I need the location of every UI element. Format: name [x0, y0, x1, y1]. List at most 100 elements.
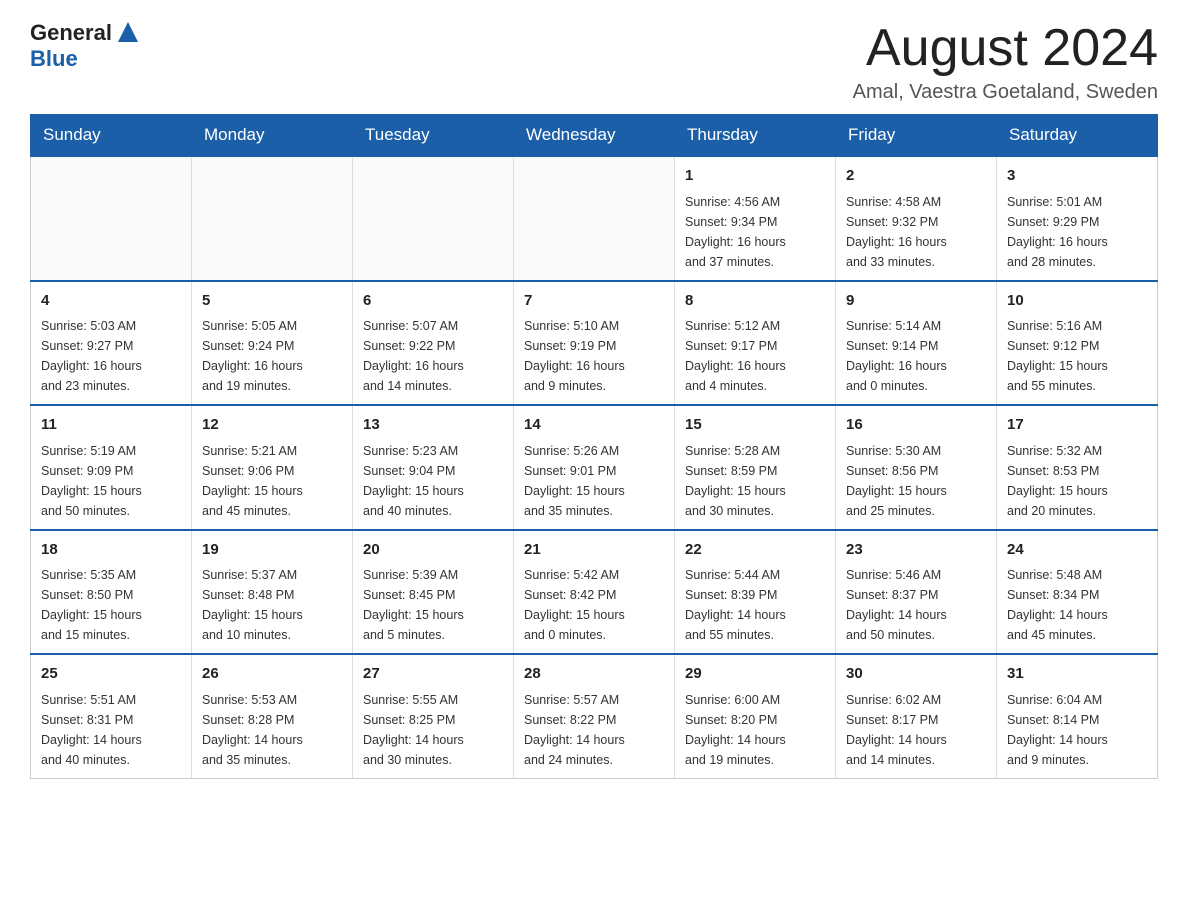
day-number: 21	[524, 539, 664, 562]
calendar-cell: 1 Sunrise: 4:56 AM Sunset: 9:34 PM Daylig…	[675, 156, 836, 281]
day-info: Sunrise: 4:56 AM Sunset: 9:34 PM Dayligh…	[685, 192, 825, 272]
week-row-1: 1 Sunrise: 4:56 AM Sunset: 9:34 PM Daylig…	[31, 156, 1158, 281]
day-info: Sunrise: 6:02 AM Sunset: 8:17 PM Dayligh…	[846, 690, 986, 770]
day-number: 16	[846, 414, 986, 437]
day-info: Sunrise: 5:12 AM Sunset: 9:17 PM Dayligh…	[685, 316, 825, 396]
day-info: Sunrise: 5:39 AM Sunset: 8:45 PM Dayligh…	[363, 565, 503, 645]
calendar-cell: 9Sunrise: 5:14 AM Sunset: 9:14 PM Daylig…	[836, 281, 997, 406]
day-info: Sunrise: 5:55 AM Sunset: 8:25 PM Dayligh…	[363, 690, 503, 770]
calendar-cell: 15 Sunrise: 5:28 AM Sunset: 8:59 PM Dayli…	[675, 405, 836, 530]
calendar-cell: 26 Sunrise: 5:53 AM Sunset: 8:28 PM Dayli…	[192, 654, 353, 778]
calendar-cell: 24Sunrise: 5:48 AM Sunset: 8:34 PM Dayli…	[997, 530, 1158, 655]
day-number: 26	[202, 663, 342, 686]
weekday-header-saturday: Saturday	[997, 115, 1158, 157]
day-info: Sunrise: 5:51 AM Sunset: 8:31 PM Dayligh…	[41, 690, 181, 770]
day-info: Sunrise: 5:07 AM Sunset: 9:22 PM Dayligh…	[363, 316, 503, 396]
calendar-cell: 21 Sunrise: 5:42 AM Sunset: 8:42 PM Dayli…	[514, 530, 675, 655]
calendar-cell: 23Sunrise: 5:46 AM Sunset: 8:37 PM Dayli…	[836, 530, 997, 655]
day-info: Sunrise: 5:14 AM Sunset: 9:14 PM Dayligh…	[846, 316, 986, 396]
title-block: August 2024 Amal, Vaestra Goetaland, Swe…	[853, 20, 1158, 104]
calendar-cell: 7 Sunrise: 5:10 AM Sunset: 9:19 PM Daylig…	[514, 281, 675, 406]
day-number: 15	[685, 414, 825, 437]
day-number: 13	[363, 414, 503, 437]
calendar-cell: 19Sunrise: 5:37 AM Sunset: 8:48 PM Dayli…	[192, 530, 353, 655]
day-info: Sunrise: 6:00 AM Sunset: 8:20 PM Dayligh…	[685, 690, 825, 770]
calendar-cell: 25 Sunrise: 5:51 AM Sunset: 8:31 PM Dayli…	[31, 654, 192, 778]
calendar-cell: 17 Sunrise: 5:32 AM Sunset: 8:53 PM Dayli…	[997, 405, 1158, 530]
calendar-cell: 29 Sunrise: 6:00 AM Sunset: 8:20 PM Dayli…	[675, 654, 836, 778]
calendar-cell: 2 Sunrise: 4:58 AM Sunset: 9:32 PM Daylig…	[836, 156, 997, 281]
calendar-cell: 31 Sunrise: 6:04 AM Sunset: 8:14 PM Dayli…	[997, 654, 1158, 778]
day-number: 2	[846, 165, 986, 188]
week-row-5: 25 Sunrise: 5:51 AM Sunset: 8:31 PM Dayli…	[31, 654, 1158, 778]
day-info: Sunrise: 5:28 AM Sunset: 8:59 PM Dayligh…	[685, 441, 825, 521]
calendar-cell: 30 Sunrise: 6:02 AM Sunset: 8:17 PM Dayli…	[836, 654, 997, 778]
weekday-header-friday: Friday	[836, 115, 997, 157]
day-number: 20	[363, 539, 503, 562]
calendar-cell: 13Sunrise: 5:23 AM Sunset: 9:04 PM Dayli…	[353, 405, 514, 530]
day-number: 14	[524, 414, 664, 437]
weekday-header-tuesday: Tuesday	[353, 115, 514, 157]
calendar-table: SundayMondayTuesdayWednesdayThursdayFrid…	[30, 114, 1158, 779]
weekday-header-sunday: Sunday	[31, 115, 192, 157]
day-info: Sunrise: 5:44 AM Sunset: 8:39 PM Dayligh…	[685, 565, 825, 645]
day-info: Sunrise: 5:03 AM Sunset: 9:27 PM Dayligh…	[41, 316, 181, 396]
weekday-header-thursday: Thursday	[675, 115, 836, 157]
day-number: 29	[685, 663, 825, 686]
calendar-cell: 5 Sunrise: 5:05 AM Sunset: 9:24 PM Daylig…	[192, 281, 353, 406]
day-number: 17	[1007, 414, 1147, 437]
day-info: Sunrise: 6:04 AM Sunset: 8:14 PM Dayligh…	[1007, 690, 1147, 770]
calendar-cell: 12 Sunrise: 5:21 AM Sunset: 9:06 PM Dayli…	[192, 405, 353, 530]
location-title: Amal, Vaestra Goetaland, Sweden	[853, 81, 1158, 104]
day-number: 28	[524, 663, 664, 686]
day-info: Sunrise: 5:35 AM Sunset: 8:50 PM Dayligh…	[41, 565, 181, 645]
calendar-cell: 16Sunrise: 5:30 AM Sunset: 8:56 PM Dayli…	[836, 405, 997, 530]
calendar-cell	[353, 156, 514, 281]
calendar-cell: 20 Sunrise: 5:39 AM Sunset: 8:45 PM Dayli…	[353, 530, 514, 655]
day-number: 8	[685, 290, 825, 313]
calendar-cell: 6 Sunrise: 5:07 AM Sunset: 9:22 PM Daylig…	[353, 281, 514, 406]
logo-general: General	[30, 20, 112, 46]
calendar-cell: 28Sunrise: 5:57 AM Sunset: 8:22 PM Dayli…	[514, 654, 675, 778]
day-number: 6	[363, 290, 503, 313]
week-row-2: 4Sunrise: 5:03 AM Sunset: 9:27 PM Daylig…	[31, 281, 1158, 406]
day-number: 5	[202, 290, 342, 313]
week-row-3: 11Sunrise: 5:19 AM Sunset: 9:09 PM Dayli…	[31, 405, 1158, 530]
day-info: Sunrise: 5:53 AM Sunset: 8:28 PM Dayligh…	[202, 690, 342, 770]
calendar-cell: 11Sunrise: 5:19 AM Sunset: 9:09 PM Dayli…	[31, 405, 192, 530]
day-number: 19	[202, 539, 342, 562]
day-info: Sunrise: 5:19 AM Sunset: 9:09 PM Dayligh…	[41, 441, 181, 521]
weekday-header-row: SundayMondayTuesdayWednesdayThursdayFrid…	[31, 115, 1158, 157]
calendar-cell	[192, 156, 353, 281]
day-number: 1	[685, 165, 825, 188]
day-number: 18	[41, 539, 181, 562]
logo: General Blue	[30, 20, 142, 72]
day-number: 22	[685, 539, 825, 562]
month-title: August 2024	[853, 20, 1158, 77]
day-number: 31	[1007, 663, 1147, 686]
day-number: 24	[1007, 539, 1147, 562]
day-number: 30	[846, 663, 986, 686]
day-info: Sunrise: 5:42 AM Sunset: 8:42 PM Dayligh…	[524, 565, 664, 645]
calendar-cell: 3Sunrise: 5:01 AM Sunset: 9:29 PM Daylig…	[997, 156, 1158, 281]
day-number: 12	[202, 414, 342, 437]
calendar-cell: 4Sunrise: 5:03 AM Sunset: 9:27 PM Daylig…	[31, 281, 192, 406]
day-info: Sunrise: 5:21 AM Sunset: 9:06 PM Dayligh…	[202, 441, 342, 521]
day-info: Sunrise: 5:32 AM Sunset: 8:53 PM Dayligh…	[1007, 441, 1147, 521]
calendar-cell: 8 Sunrise: 5:12 AM Sunset: 9:17 PM Daylig…	[675, 281, 836, 406]
week-row-4: 18 Sunrise: 5:35 AM Sunset: 8:50 PM Dayli…	[31, 530, 1158, 655]
day-info: Sunrise: 5:05 AM Sunset: 9:24 PM Dayligh…	[202, 316, 342, 396]
day-info: Sunrise: 4:58 AM Sunset: 9:32 PM Dayligh…	[846, 192, 986, 272]
day-info: Sunrise: 5:10 AM Sunset: 9:19 PM Dayligh…	[524, 316, 664, 396]
day-number: 23	[846, 539, 986, 562]
calendar-cell	[31, 156, 192, 281]
day-number: 10	[1007, 290, 1147, 313]
day-number: 25	[41, 663, 181, 686]
calendar-cell: 14 Sunrise: 5:26 AM Sunset: 9:01 PM Dayli…	[514, 405, 675, 530]
day-info: Sunrise: 5:26 AM Sunset: 9:01 PM Dayligh…	[524, 441, 664, 521]
day-number: 7	[524, 290, 664, 313]
day-number: 27	[363, 663, 503, 686]
calendar-cell: 27 Sunrise: 5:55 AM Sunset: 8:25 PM Dayli…	[353, 654, 514, 778]
weekday-header-monday: Monday	[192, 115, 353, 157]
calendar-cell	[514, 156, 675, 281]
